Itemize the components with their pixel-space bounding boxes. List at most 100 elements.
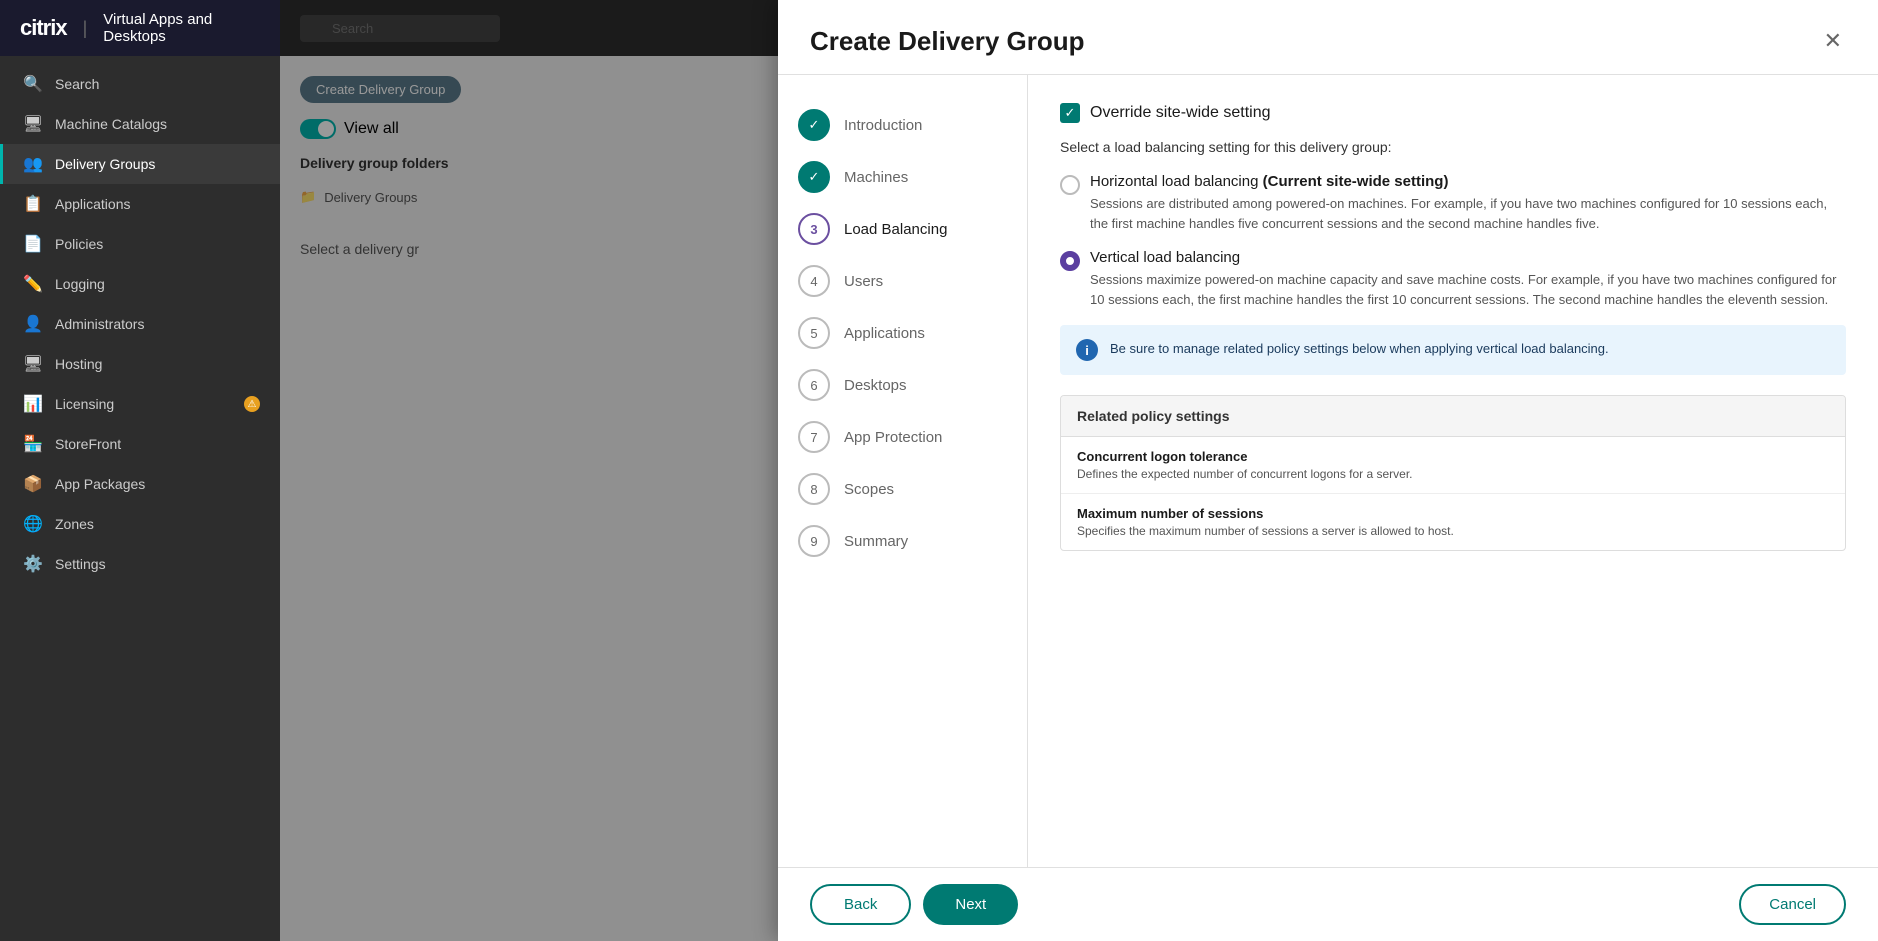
step-load-balancing[interactable]: 3 Load Balancing xyxy=(798,203,1007,255)
override-checkbox[interactable] xyxy=(1060,103,1080,123)
sidebar-item-delivery-groups[interactable]: 👥 Delivery Groups xyxy=(0,144,280,184)
licensing-icon: 📊 xyxy=(23,394,43,414)
info-icon: i xyxy=(1076,339,1098,361)
step-circle: ✓ xyxy=(798,109,830,141)
sidebar-label-administrators: Administrators xyxy=(55,316,144,332)
sidebar-item-hosting[interactable]: 🖥 Hosting xyxy=(0,344,280,384)
sidebar-item-zones[interactable]: 🌐 Zones xyxy=(0,504,280,544)
horizontal-desc: Sessions are distributed among powered-o… xyxy=(1090,194,1846,233)
sidebar-label-licensing: Licensing xyxy=(55,396,114,412)
step-scopes[interactable]: 8 Scopes xyxy=(798,463,1007,515)
step-circle: 4 xyxy=(798,265,830,297)
step-label: Applications xyxy=(844,325,925,342)
policy-item: Maximum number of sessions Specifies the… xyxy=(1061,494,1845,550)
sidebar-item-machine-catalogs[interactable]: 🖥 Machine Catalogs xyxy=(0,104,280,144)
policy-header: Related policy settings xyxy=(1061,396,1845,437)
sidebar-item-search[interactable]: 🔍 Search xyxy=(0,64,280,104)
step-circle: 6 xyxy=(798,369,830,401)
delivery-groups-icon: 👥 xyxy=(23,154,43,174)
sidebar-item-applications[interactable]: 📋 Applications xyxy=(0,184,280,224)
sidebar-header: citrix | Virtual Apps and Desktops xyxy=(0,0,280,56)
policy-item-desc: Defines the expected number of concurren… xyxy=(1077,467,1829,481)
sidebar-label-machine-catalogs: Machine Catalogs xyxy=(55,116,167,132)
horizontal-label: Horizontal load balancing (Current site-… xyxy=(1090,173,1846,190)
cancel-button[interactable]: Cancel xyxy=(1739,884,1846,925)
step-desktops[interactable]: 6 Desktops xyxy=(798,359,1007,411)
storefront-icon: 🏪 xyxy=(23,434,43,454)
sidebar-item-storefront[interactable]: 🏪 StoreFront xyxy=(0,424,280,464)
machine-catalogs-icon: 🖥 xyxy=(23,114,43,134)
sidebar-item-policies[interactable]: 📄 Policies xyxy=(0,224,280,264)
sidebar: citrix | Virtual Apps and Desktops 🔍 Sea… xyxy=(0,0,280,941)
sidebar-item-app-packages[interactable]: 📦 App Packages xyxy=(0,464,280,504)
step-circle: ✓ xyxy=(798,161,830,193)
sidebar-label-logging: Logging xyxy=(55,276,105,292)
step-label: Users xyxy=(844,273,883,290)
administrators-icon: 👤 xyxy=(23,314,43,334)
step-label: Machines xyxy=(844,169,908,186)
modal-body: ✓ Introduction ✓ Machines 3 Load Balanci… xyxy=(778,75,1878,867)
step-introduction[interactable]: ✓ Introduction xyxy=(798,99,1007,151)
policy-item: Concurrent logon tolerance Defines the e… xyxy=(1061,437,1845,494)
policy-item-desc: Specifies the maximum number of sessions… xyxy=(1077,524,1829,538)
wizard-steps: ✓ Introduction ✓ Machines 3 Load Balanci… xyxy=(778,75,1028,867)
info-text: Be sure to manage related policy setting… xyxy=(1110,339,1609,359)
back-button[interactable]: Back xyxy=(810,884,911,925)
vertical-lb-option[interactable]: Vertical load balancing Sessions maximiz… xyxy=(1060,249,1846,309)
app-title: Virtual Apps and Desktops xyxy=(103,11,260,45)
policy-item-title: Maximum number of sessions xyxy=(1077,506,1829,521)
logging-icon: ✏️ xyxy=(23,274,43,294)
override-row: Override site-wide setting xyxy=(1060,103,1846,123)
vertical-label: Vertical load balancing xyxy=(1090,249,1846,266)
sidebar-label-settings: Settings xyxy=(55,556,106,572)
step-label: Desktops xyxy=(844,377,907,394)
next-button[interactable]: Next xyxy=(923,884,1018,925)
step-circle: 5 xyxy=(798,317,830,349)
select-lb-text: Select a load balancing setting for this… xyxy=(1060,139,1846,155)
close-button[interactable]: ✕ xyxy=(1820,24,1846,58)
sidebar-item-logging[interactable]: ✏️ Logging xyxy=(0,264,280,304)
step-label: App Protection xyxy=(844,429,942,446)
related-policy-box: Related policy settings Concurrent logon… xyxy=(1060,395,1846,551)
step-label: Scopes xyxy=(844,481,894,498)
citrix-logo: citrix xyxy=(20,15,67,41)
step-users[interactable]: 4 Users xyxy=(798,255,1007,307)
sidebar-nav: 🔍 Search 🖥 Machine Catalogs 👥 Delivery G… xyxy=(0,56,280,941)
modal-footer: Back Next Cancel xyxy=(778,867,1878,941)
step-circle: 7 xyxy=(798,421,830,453)
zones-icon: 🌐 xyxy=(23,514,43,534)
sidebar-label-storefront: StoreFront xyxy=(55,436,121,452)
vertical-radio[interactable] xyxy=(1060,251,1080,271)
step-label: Summary xyxy=(844,533,908,550)
hosting-icon: 🖥 xyxy=(23,354,43,374)
main-content: 🔍 Create Delivery Group View all Deliver… xyxy=(280,0,1878,941)
sidebar-label-policies: Policies xyxy=(55,236,103,252)
step-label: Introduction xyxy=(844,117,922,134)
horizontal-lb-option[interactable]: Horizontal load balancing (Current site-… xyxy=(1060,173,1846,233)
sidebar-label-applications: Applications xyxy=(55,196,131,212)
modal-title: Create Delivery Group xyxy=(810,26,1085,57)
wizard-content: Override site-wide setting Select a load… xyxy=(1028,75,1878,867)
step-app-protection[interactable]: 7 App Protection xyxy=(798,411,1007,463)
sidebar-item-administrators[interactable]: 👤 Administrators xyxy=(0,304,280,344)
step-circle: 8 xyxy=(798,473,830,505)
search-icon: 🔍 xyxy=(23,74,43,94)
sidebar-label-zones: Zones xyxy=(55,516,94,532)
modal-header: Create Delivery Group ✕ xyxy=(778,0,1878,75)
step-circle: 9 xyxy=(798,525,830,557)
app-packages-icon: 📦 xyxy=(23,474,43,494)
vertical-desc: Sessions maximize powered-on machine cap… xyxy=(1090,270,1846,309)
sidebar-item-settings[interactable]: ⚙️ Settings xyxy=(0,544,280,584)
step-machines[interactable]: ✓ Machines xyxy=(798,151,1007,203)
step-summary[interactable]: 9 Summary xyxy=(798,515,1007,567)
sidebar-label-hosting: Hosting xyxy=(55,356,102,372)
sidebar-item-licensing[interactable]: 📊 Licensing ⚠ xyxy=(0,384,280,424)
override-label: Override site-wide setting xyxy=(1090,104,1271,122)
footer-left: Back Next xyxy=(810,884,1018,925)
horizontal-radio[interactable] xyxy=(1060,175,1080,195)
modal-overlay: Create Delivery Group ✕ ✓ Introduction ✓… xyxy=(280,0,1878,941)
applications-icon: 📋 xyxy=(23,194,43,214)
step-applications[interactable]: 5 Applications xyxy=(798,307,1007,359)
info-box: i Be sure to manage related policy setti… xyxy=(1060,325,1846,375)
sidebar-label-delivery-groups: Delivery Groups xyxy=(55,156,155,172)
